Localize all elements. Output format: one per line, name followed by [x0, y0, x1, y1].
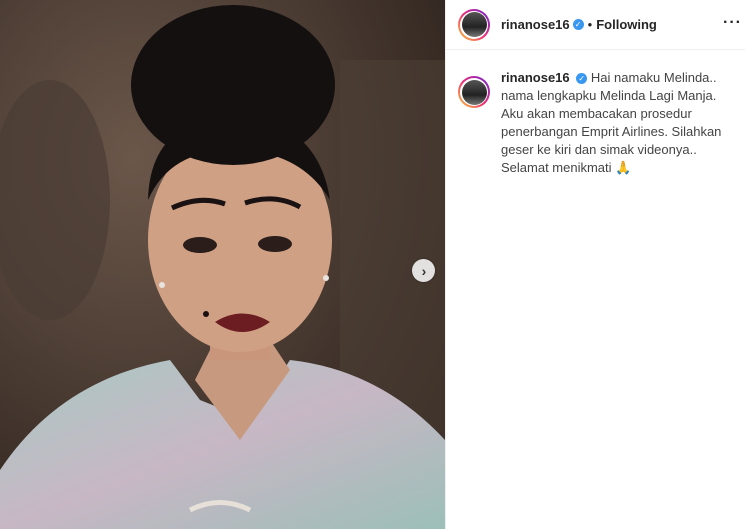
caption-text: rinanose16 ✓ Hai namaku Melinda.. nama l…: [501, 69, 729, 177]
verified-badge-icon: ✓: [576, 73, 588, 85]
avatar[interactable]: [458, 76, 490, 108]
post-sidebar: rinanose16 ✓ • Following ··· rinanose16 …: [445, 0, 745, 529]
more-options-icon[interactable]: ···: [723, 14, 742, 32]
caption-username-link[interactable]: rinanose16: [501, 70, 570, 85]
caption-block: rinanose16 ✓ Hai namaku Melinda.. nama l…: [446, 50, 745, 177]
verified-badge-icon: ✓: [572, 19, 584, 30]
avatar[interactable]: [458, 8, 490, 41]
separator-dot: •: [587, 17, 593, 32]
following-button[interactable]: Following: [596, 17, 657, 32]
post-header: rinanose16 ✓ • Following ···: [446, 0, 745, 50]
post-media: ›: [0, 0, 445, 529]
caption-body: Hai namaku Melinda.. nama lengkapku Meli…: [501, 70, 722, 175]
chevron-right-icon: ›: [421, 262, 427, 279]
post-photo: [0, 0, 445, 529]
username-link[interactable]: rinanose16: [501, 17, 570, 32]
next-slide-button[interactable]: ›: [412, 259, 435, 282]
